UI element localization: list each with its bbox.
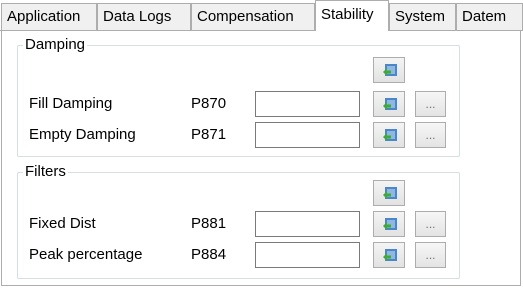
empty-damping-param: P871: [191, 126, 227, 143]
fill-damping-param: P870: [191, 95, 227, 112]
empty-damping-more-button[interactable]: ...: [415, 122, 446, 148]
fill-damping-read-button[interactable]: [373, 91, 405, 117]
empty-damping-read-button[interactable]: [373, 122, 405, 148]
damping-group: Damping Fill Damping P870 ... Empty Damp…: [17, 36, 460, 157]
tab-bar: Application Data Logs Compensation Stabi…: [0, 0, 523, 31]
empty-damping-input[interactable]: [255, 122, 360, 148]
damping-group-title: Damping: [23, 36, 88, 54]
fill-damping-input[interactable]: [255, 91, 360, 117]
filters-group: Filters Fixed Dist P881 ... Peak percent…: [17, 163, 460, 279]
tab-system[interactable]: System: [389, 3, 456, 30]
tab-datem[interactable]: Datem: [456, 3, 523, 30]
peak-percentage-more-button[interactable]: ...: [415, 242, 446, 268]
tab-compensation[interactable]: Compensation: [191, 3, 315, 30]
fixed-dist-label: Fixed Dist: [29, 215, 96, 232]
peak-percentage-label: Peak percentage: [29, 246, 143, 263]
tab-panel-stability: Damping Fill Damping P870 ... Empty Damp…: [1, 31, 521, 286]
download-arrow-icon: [383, 64, 397, 76]
filters-read-all-button[interactable]: [373, 180, 405, 206]
download-arrow-icon: [383, 98, 397, 110]
fixed-dist-input[interactable]: [255, 211, 360, 237]
tab-application[interactable]: Application: [1, 3, 97, 30]
damping-read-all-button[interactable]: [373, 57, 405, 83]
peak-percentage-input[interactable]: [255, 242, 360, 268]
download-arrow-icon: [383, 218, 397, 230]
fixed-dist-read-button[interactable]: [373, 211, 405, 237]
tab-stability[interactable]: Stability: [315, 0, 389, 31]
fixed-dist-more-button[interactable]: ...: [415, 211, 446, 237]
tab-data-logs[interactable]: Data Logs: [97, 3, 191, 30]
fixed-dist-param: P881: [191, 215, 227, 232]
download-arrow-icon: [383, 249, 397, 261]
peak-percentage-read-button[interactable]: [373, 242, 405, 268]
filters-group-title: Filters: [23, 163, 68, 181]
peak-percentage-param: P884: [191, 246, 227, 263]
fill-damping-label: Fill Damping: [29, 95, 113, 112]
fill-damping-more-button[interactable]: ...: [415, 91, 446, 117]
download-arrow-icon: [383, 129, 397, 141]
download-arrow-icon: [383, 187, 397, 199]
empty-damping-label: Empty Damping: [29, 126, 136, 143]
